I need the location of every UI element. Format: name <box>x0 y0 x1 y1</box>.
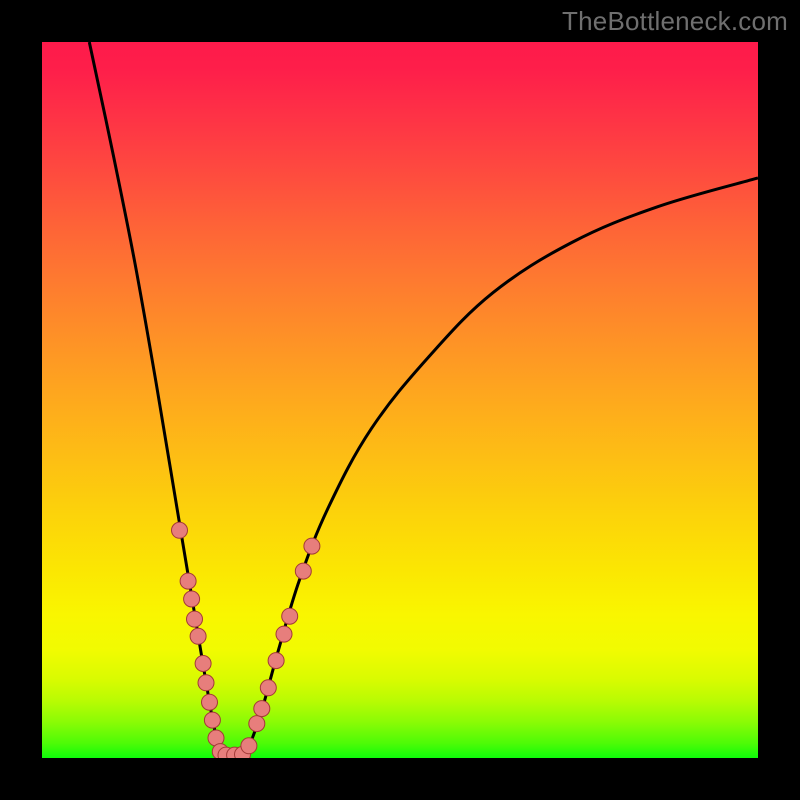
scatter-dot <box>276 626 292 642</box>
scatter-dot <box>268 653 284 669</box>
plot-area <box>42 42 758 758</box>
curve-right <box>246 178 758 754</box>
scatter-dot <box>249 716 265 732</box>
scatter-dot <box>241 738 257 754</box>
scatter-dot <box>180 573 196 589</box>
scatter-dot <box>204 712 220 728</box>
watermark-text: TheBottleneck.com <box>562 6 788 37</box>
scatter-dot <box>172 522 188 538</box>
chart-svg <box>42 42 758 758</box>
scatter-dot <box>190 628 206 644</box>
scatter-dot <box>195 656 211 672</box>
curve-left <box>89 42 221 754</box>
scatter-dot <box>282 608 298 624</box>
scatter-dot <box>198 675 214 691</box>
scatter-dot <box>254 701 270 717</box>
scatter-dot <box>184 591 200 607</box>
chart-frame: TheBottleneck.com <box>0 0 800 800</box>
scatter-dot <box>304 538 320 554</box>
scatter-dot <box>260 680 276 696</box>
scatter-group <box>172 522 320 758</box>
scatter-dot <box>202 694 218 710</box>
scatter-dot <box>295 563 311 579</box>
scatter-dot <box>187 611 203 627</box>
